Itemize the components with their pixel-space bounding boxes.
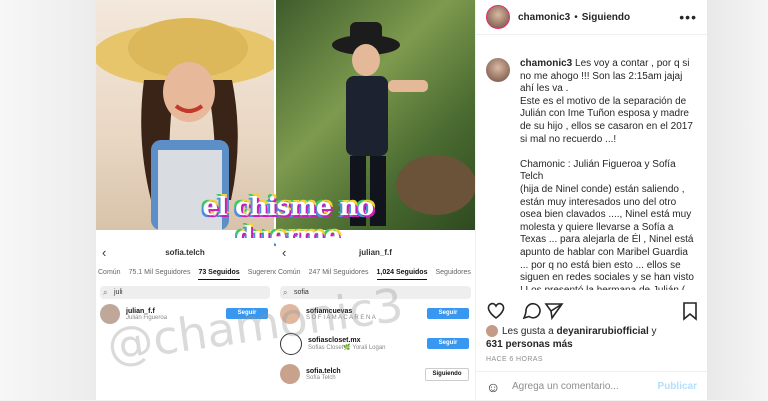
caption-line: (hija de Ninel conde) están saliendo ,: [520, 183, 685, 195]
caption-line: molesta y quiere llevarse a Sofía a: [520, 221, 674, 233]
bookmark-icon[interactable]: [683, 302, 697, 321]
tab-following[interactable]: 73 Seguidos: [198, 269, 240, 280]
caption-line: osea bien clavados ...., Ninel está muy: [520, 209, 692, 221]
more-icon[interactable]: •••: [679, 9, 697, 25]
comment-box: ☺ Agrega un comentario... Publicar: [476, 371, 707, 401]
profile-username: julian_f.f: [359, 248, 392, 257]
search-query: juli: [114, 289, 123, 296]
follow-button[interactable]: Seguir: [427, 338, 469, 349]
header-username[interactable]: chamonic3: [518, 12, 570, 23]
caption-line: no me ahogo !!! Son las 2:15am jajaj: [520, 70, 683, 82]
caption-line: siguen en redes sociales y se han visto: [520, 272, 694, 284]
caption-text: chamonic3 Les voy a contar , por q si no…: [520, 58, 700, 290]
profile-tabs: Común 247 Mil Seguidores 1,024 Seguidos …: [276, 269, 475, 280]
tab-followers[interactable]: 247 Mil Seguidores: [309, 269, 369, 280]
caption: chamonic3 Les voy a contar , por q si no…: [486, 58, 700, 290]
tab-followers-alt[interactable]: Seguidores: [435, 269, 470, 280]
caption-line: ahí les va .: [520, 83, 569, 95]
caption-line: si mal no recuerdo ...!: [520, 133, 617, 145]
post-header: chamonic3 • Siguiendo •••: [476, 0, 707, 35]
likes-count[interactable]: 631 personas más: [486, 339, 573, 350]
caption-line: Julián con Ime Tuñon esposa y madre: [520, 108, 689, 120]
caption-line: Les voy a contar , por q si: [575, 58, 690, 69]
left-background: [0, 0, 96, 400]
caption-line: de su hijo , ellos se casaron en el 2017: [520, 120, 693, 132]
follow-button[interactable]: Seguir: [427, 308, 469, 319]
back-arrow-icon[interactable]: ‹: [102, 245, 106, 260]
likes-and: y: [651, 326, 657, 337]
heart-icon[interactable]: [487, 302, 505, 320]
back-arrow-icon[interactable]: ‹: [282, 245, 286, 260]
post-image: el chisme no duerme ‹ sofia.telch Común …: [96, 0, 475, 400]
tab-following[interactable]: 1,024 Seguidos: [376, 269, 428, 280]
separator-dot: •: [574, 11, 578, 23]
caption-line: están muy interesados uno del otro: [520, 196, 677, 208]
post-sidebar: chamonic3 • Siguiendo ••• chamonic3 Les …: [475, 0, 707, 400]
caption-line: Este es el motivo de la separación de: [520, 95, 687, 107]
caption-body: Les voy a contar , por q si no me ahogo …: [520, 58, 694, 290]
following-button[interactable]: Siguiendo: [425, 368, 469, 381]
profile-username: sofia.telch: [165, 248, 205, 257]
comment-icon[interactable]: [522, 303, 541, 320]
avatar[interactable]: [486, 5, 510, 29]
follow-status-button[interactable]: Siguiendo: [582, 12, 630, 23]
search-icon: ⌕: [103, 288, 108, 297]
avatar: [486, 325, 498, 338]
caption-line: Texas ... para alejarla de Él , Ninel es…: [520, 234, 694, 246]
instagram-post: el chisme no duerme ‹ sofia.telch Común …: [96, 0, 707, 400]
likes-summary: Les gusta a deyanirarubiofficial y 631 p…: [486, 325, 700, 351]
action-icons: [487, 302, 697, 321]
caption-username[interactable]: chamonic3: [520, 58, 572, 69]
avatar[interactable]: [486, 58, 510, 82]
caption-line: Chamonic : Julián Figueroa y Sofía: [520, 158, 676, 170]
post-timestamp: HACE 6 HORAS: [486, 356, 543, 363]
liked-by-user[interactable]: deyanirarubiofficial: [557, 326, 649, 337]
likes-prefix: Les gusta a: [502, 326, 554, 337]
caption-line: ... por q no está bien esto ... ellos se: [520, 259, 681, 271]
caption-line: ! Los presentó la hermana de Julián (: [520, 285, 685, 290]
tab-common[interactable]: Común: [98, 269, 121, 280]
search-input[interactable]: ⌕ juli: [100, 286, 270, 299]
tab-followers[interactable]: 75.1 Mil Seguidores: [129, 269, 191, 280]
avatar: [280, 364, 300, 384]
share-icon[interactable]: [544, 303, 564, 321]
publish-button[interactable]: Publicar: [658, 381, 697, 392]
right-background: [706, 0, 768, 400]
profile-tabs: Común 75.1 Mil Seguidores 73 Seguidos Su…: [96, 269, 287, 280]
tab-common[interactable]: Común: [278, 269, 301, 280]
list-item[interactable]: sofia.telch Sofía Telch Siguiendo: [276, 359, 475, 389]
caption-line: Telch: [520, 171, 544, 183]
action-bar: [486, 301, 698, 321]
emoji-icon[interactable]: ☺: [486, 379, 500, 395]
comment-input[interactable]: Agrega un comentario...: [512, 381, 619, 392]
caption-line: apunto de hablar con Maribel Guardia: [520, 246, 688, 258]
